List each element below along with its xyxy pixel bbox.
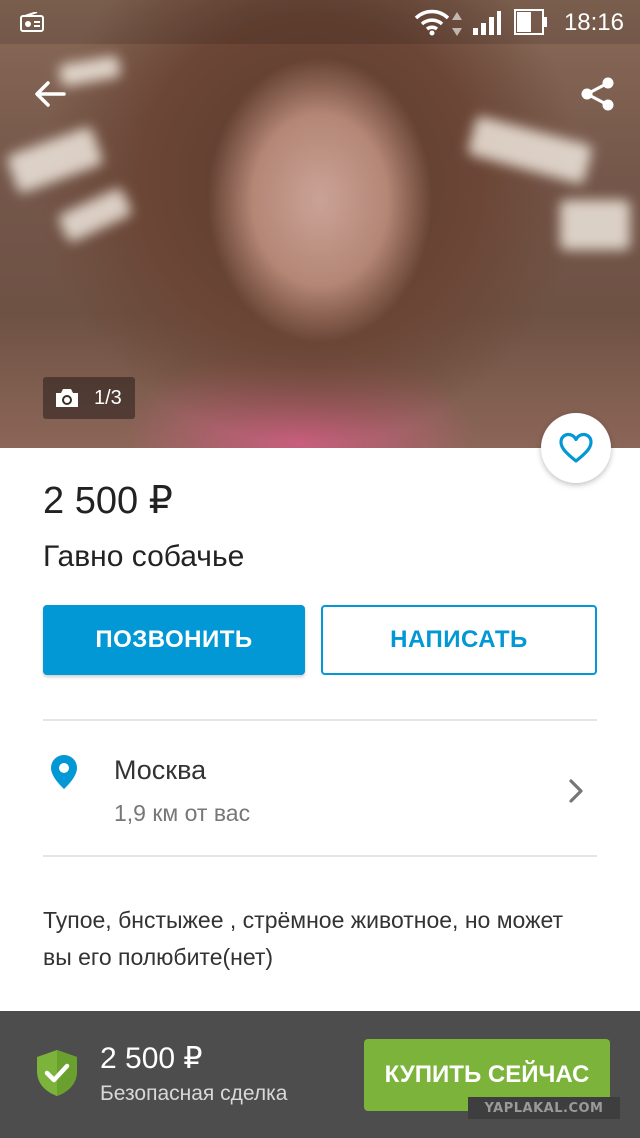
safe-deal-label: Безопасная сделка (100, 1082, 288, 1105)
heart-icon (559, 432, 593, 463)
share-button[interactable] (576, 72, 620, 116)
back-arrow-icon (35, 81, 66, 107)
listing-photo[interactable]: 18:16 1/3 (0, 0, 640, 448)
signal-icon (472, 10, 502, 41)
call-button[interactable]: ПОЗВОНИТЬ (43, 605, 305, 675)
radio-icon (20, 11, 44, 37)
data-arrows-icon (452, 12, 462, 41)
watermark: YAPLAKAL.COM (468, 1097, 620, 1119)
battery-icon (514, 9, 548, 40)
status-bar: 18:16 (0, 0, 640, 44)
write-button[interactable]: НАПИСАТЬ (321, 605, 597, 675)
status-time: 18:16 (563, 9, 624, 36)
back-button[interactable] (30, 74, 70, 114)
chevron-right-icon (568, 779, 584, 808)
listing-price: 2 500 ₽ (43, 480, 173, 522)
camera-icon (56, 389, 78, 407)
shield-check-icon (35, 1049, 79, 1102)
location-city: Москва (114, 755, 207, 785)
location-pin-icon (50, 754, 78, 795)
favorite-button[interactable] (541, 413, 611, 483)
bottom-price: 2 500 ₽ (100, 1042, 203, 1075)
listing-title: Гавно собачье (43, 540, 245, 573)
photo-counter: 1/3 (43, 377, 135, 419)
divider (43, 855, 597, 857)
share-icon (581, 77, 614, 111)
listing-description: Тупое, бнстыжее , стрёмное животное, но … (43, 907, 564, 970)
location-row[interactable] (0, 721, 640, 855)
location-distance: 1,9 км от вас (114, 800, 251, 826)
photo-counter-text: 1/3 (94, 386, 122, 409)
wifi-icon (414, 8, 450, 41)
